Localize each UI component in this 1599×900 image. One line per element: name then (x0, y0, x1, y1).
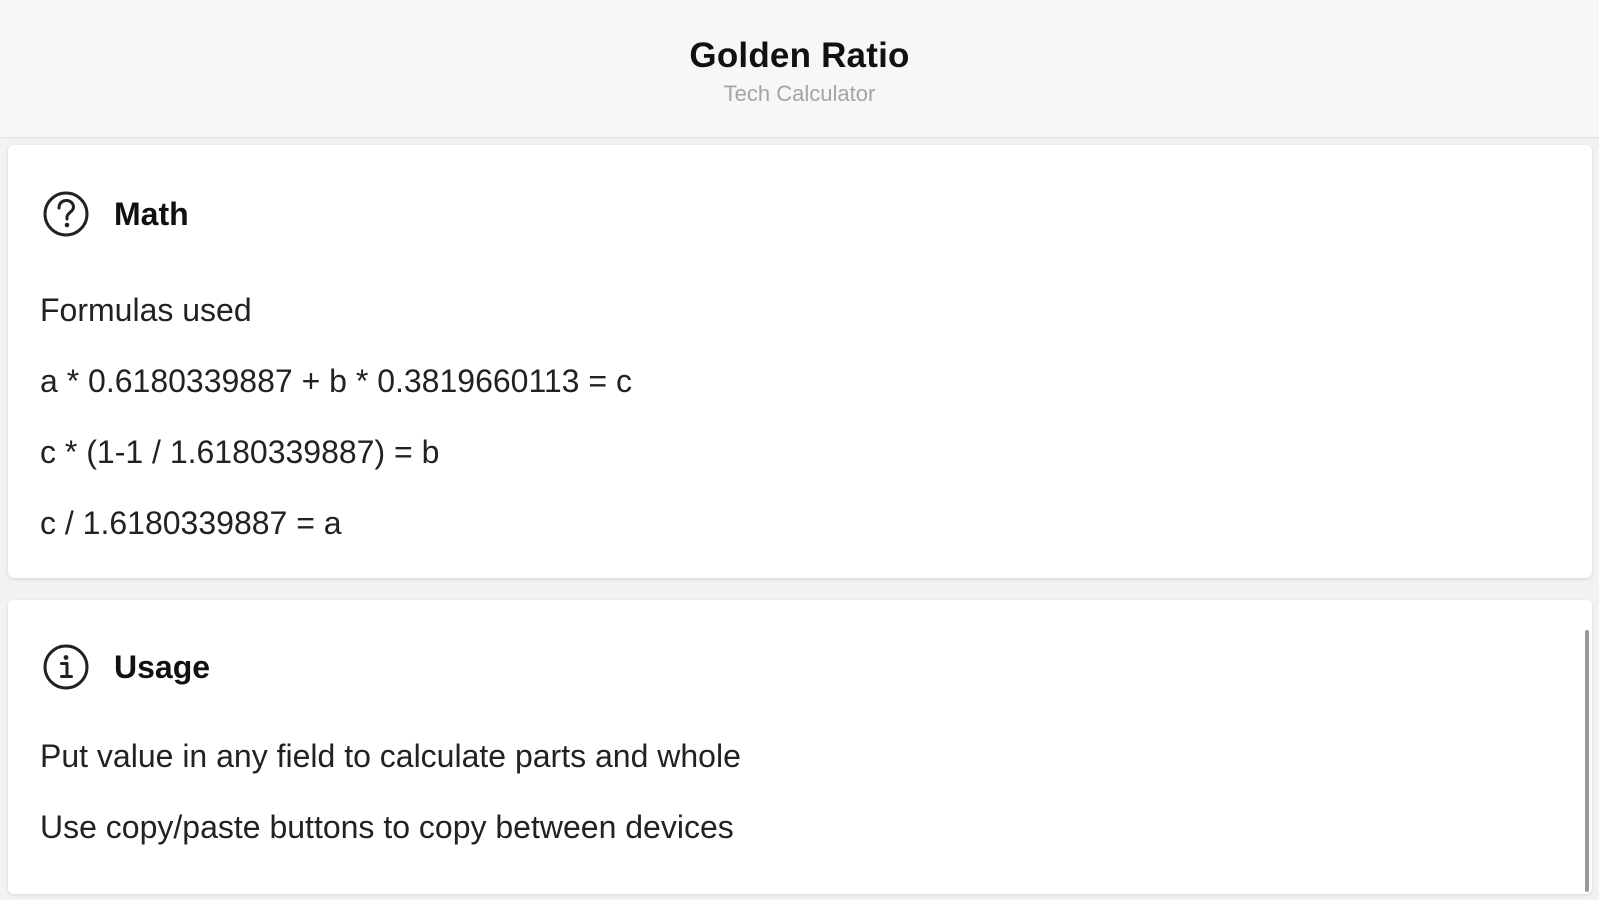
question-circle-icon (42, 190, 90, 238)
usage-line-1: Put value in any field to calculate part… (40, 738, 741, 774)
vertical-scrollbar[interactable] (1585, 630, 1589, 892)
math-card-header: Math (42, 187, 189, 241)
page-title: Golden Ratio (689, 36, 910, 75)
usage-card-title: Usage (114, 648, 211, 685)
page-subtitle: Tech Calculator (723, 81, 876, 106)
formulas-heading: Formulas used (40, 292, 252, 328)
usage-card-header: Usage (42, 640, 210, 694)
formula-line-a: c / 1.6180339887 = a (40, 505, 342, 541)
math-card-title: Math (114, 195, 189, 232)
math-card: Math Formulas used a * 0.6180339887 + b … (8, 145, 1592, 578)
usage-line-2: Use copy/paste buttons to copy between d… (40, 809, 734, 845)
app-header: Golden Ratio Tech Calculator (0, 0, 1599, 138)
formula-line-b: c * (1-1 / 1.6180339887) = b (40, 434, 440, 470)
formula-line-c: a * 0.6180339887 + b * 0.3819660113 = c (40, 363, 632, 399)
info-circle-icon (42, 643, 90, 691)
usage-card: Usage Put value in any field to calculat… (8, 600, 1592, 894)
